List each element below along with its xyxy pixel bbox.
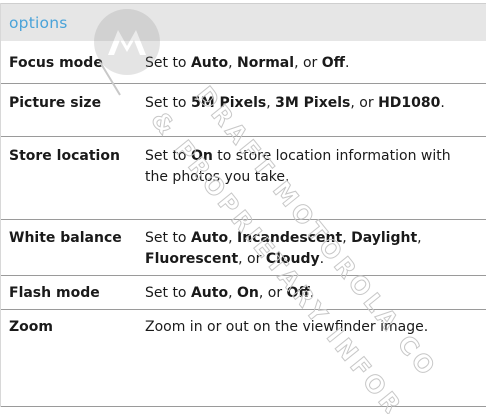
- option-value: Auto: [190, 284, 229, 301]
- option-description: Set to Auto, On, or Off.: [141, 275, 486, 310]
- option-description: Set to Auto, Normal, or Off.: [141, 42, 486, 84]
- option-name: Zoom: [9, 318, 53, 335]
- options-page: options Focus mode Set to Auto, Normal, …: [0, 0, 487, 414]
- option-value: Cloudy: [265, 250, 320, 267]
- options-title: options: [9, 14, 68, 32]
- table-row: Picture size Set to 5M Pixels, 3M Pixels…: [1, 83, 486, 137]
- option-name: Store location: [1, 136, 141, 220]
- option-value: Normal: [236, 55, 295, 71]
- option-name: Focus mode: [1, 42, 141, 84]
- table-bottom-rule: [1, 406, 486, 407]
- option-description: Set to On to store location information …: [141, 136, 486, 220]
- option-name: White balance: [1, 219, 141, 276]
- option-value: Off: [286, 284, 310, 301]
- options-header: options: [1, 3, 486, 42]
- option-value: On: [190, 147, 213, 164]
- option-value: Auto: [190, 229, 229, 246]
- option-name: Flash mode: [1, 275, 141, 310]
- option-description: Set to Auto, Incandescent, Daylight, Flu…: [141, 219, 486, 276]
- option-description: Set to 5M Pixels, 3M Pixels, or HD1080.: [141, 83, 486, 137]
- option-description: Zoom in or out on the viewfinder image.: [145, 318, 429, 335]
- option-value: HD1080: [378, 94, 441, 111]
- option-name: Picture size: [1, 83, 141, 137]
- options-table: Focus mode Set to Auto, Normal, or Off. …: [1, 42, 486, 363]
- option-value: 5M Pixels: [190, 94, 267, 111]
- option-value: Off: [321, 55, 345, 71]
- option-value: Auto: [190, 55, 229, 71]
- option-value: 3M Pixels: [275, 94, 351, 111]
- table-row: White balance Set to Auto, Incandescent,…: [1, 219, 486, 276]
- option-value: Daylight: [351, 229, 418, 246]
- option-value: On: [236, 284, 259, 301]
- table-left-edge: [0, 3, 1, 407]
- option-value: Incandescent: [236, 229, 343, 246]
- option-value: Fluorescent: [145, 250, 239, 267]
- table-row: Flash mode Set to Auto, On, or Off.: [1, 275, 486, 310]
- table-row: Focus mode Set to Auto, Normal, or Off.: [1, 42, 486, 84]
- table-row: Store location Set to On to store locati…: [1, 136, 486, 220]
- table-row: Zoom Zoom in or out on the viewfinder im…: [1, 309, 486, 363]
